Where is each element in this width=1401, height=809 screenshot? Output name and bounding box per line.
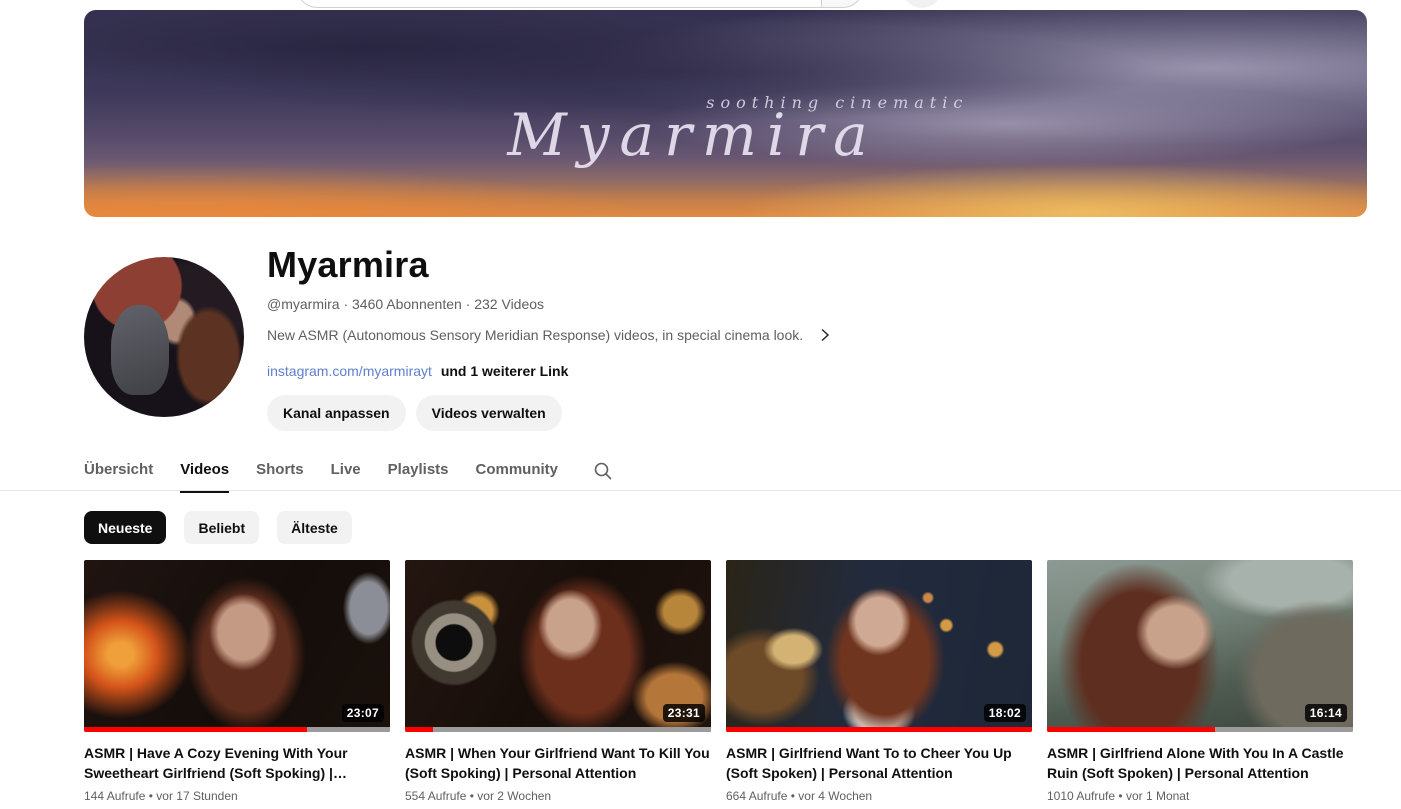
video-title[interactable]: ASMR | Have A Cozy Evening With Your Swe… <box>84 743 390 783</box>
video-meta: 1010 Aufrufe • vor 1 Monat <box>1047 789 1353 803</box>
view-count: 664 Aufrufe <box>726 789 787 803</box>
customize-channel-button[interactable]: Kanal anpassen <box>267 395 406 431</box>
video-thumbnail[interactable]: 18:02 <box>726 560 1032 732</box>
video-card[interactable]: 16:14 ASMR | Girlfriend Alone With You I… <box>1047 560 1353 803</box>
chip-neueste[interactable]: Neueste <box>84 511 166 544</box>
video-title[interactable]: ASMR | Girlfriend Want To to Cheer You U… <box>726 743 1032 783</box>
watch-progress-fill <box>726 727 1032 732</box>
video-count: 232 Videos <box>474 296 544 312</box>
video-meta: 664 Aufrufe • vor 4 Wochen <box>726 789 1032 803</box>
watch-progress-fill <box>1047 727 1215 732</box>
channel-links-row: instagram.com/myarmirayt und 1 weiterer … <box>267 363 568 379</box>
tab-shorts[interactable]: Shorts <box>256 461 304 482</box>
video-meta: 554 Aufrufe • vor 2 Wochen <box>405 789 711 803</box>
avatar-mannequin-head <box>111 305 169 395</box>
duration-badge: 16:14 <box>1305 704 1347 722</box>
channel-action-buttons: Kanal anpassen Videos verwalten <box>267 395 562 431</box>
watch-progress-fill <box>84 727 307 732</box>
video-meta: 144 Aufrufe • vor 17 Stunden <box>84 789 390 803</box>
watch-progress-track <box>1047 727 1353 732</box>
youtube-channel-page: soothing cinematic Myarmira Myarmira @my… <box>0 0 1401 809</box>
upload-age: vor 17 Stunden <box>156 789 237 803</box>
channel-search-icon[interactable] <box>593 461 613 481</box>
manage-videos-button[interactable]: Videos verwalten <box>416 395 562 431</box>
tab-community[interactable]: Community <box>476 461 559 482</box>
banner-logo-text: Myarmira <box>507 101 877 169</box>
video-card[interactable]: 23:07 ASMR | Have A Cozy Evening With Yo… <box>84 560 390 803</box>
view-count: 554 Aufrufe <box>405 789 466 803</box>
upload-age: vor 1 Monat <box>1126 789 1189 803</box>
tabs-divider <box>0 490 1401 491</box>
video-thumbnail[interactable]: 23:07 <box>84 560 390 732</box>
video-title[interactable]: ASMR | Girlfriend Alone With You In A Ca… <box>1047 743 1353 783</box>
channel-name: Myarmira <box>267 244 429 286</box>
duration-badge: 18:02 <box>984 704 1026 722</box>
channel-banner: soothing cinematic Myarmira <box>84 10 1367 217</box>
chip-aelteste[interactable]: Älteste <box>277 511 352 544</box>
view-count: 144 Aufrufe <box>84 789 145 803</box>
watch-progress-fill <box>405 727 433 732</box>
video-card[interactable]: 18:02 ASMR | Girlfriend Want To to Cheer… <box>726 560 1032 803</box>
search-input[interactable] <box>297 0 821 8</box>
channel-avatar[interactable] <box>84 257 244 417</box>
sort-filter-chips: Neueste Beliebt Älteste <box>84 511 352 544</box>
more-links-label: und 1 weiterer Link <box>441 363 569 379</box>
duration-badge: 23:31 <box>663 704 705 722</box>
upload-age: vor 2 Wochen <box>477 789 551 803</box>
channel-description: New ASMR (Autonomous Sensory Meridian Re… <box>267 327 803 343</box>
tab-videos[interactable]: Videos <box>180 461 229 482</box>
channel-handle: @myarmira <box>267 296 340 312</box>
watch-progress-track <box>726 727 1032 732</box>
channel-stats-row: @myarmira · 3460 Abonnenten · 232 Videos <box>267 296 544 312</box>
tab-uebersicht[interactable]: Übersicht <box>84 461 153 482</box>
channel-tabs: Übersicht Videos Shorts Live Playlists C… <box>84 452 613 490</box>
channel-description-row[interactable]: New ASMR (Autonomous Sensory Meridian Re… <box>267 327 833 343</box>
tab-live[interactable]: Live <box>331 461 361 482</box>
view-count: 1010 Aufrufe <box>1047 789 1115 803</box>
video-card[interactable]: 23:31 ASMR | When Your Girlfriend Want T… <box>405 560 711 803</box>
video-thumbnail[interactable]: 16:14 <box>1047 560 1353 732</box>
tab-playlists[interactable]: Playlists <box>388 461 449 482</box>
watch-progress-track <box>405 727 711 732</box>
search-button[interactable] <box>821 0 863 8</box>
video-thumbnail[interactable]: 23:31 <box>405 560 711 732</box>
duration-badge: 23:07 <box>342 704 384 722</box>
watch-progress-track <box>84 727 390 732</box>
voice-search-button[interactable] <box>902 0 942 8</box>
subscriber-count: 3460 Abonnenten <box>352 296 462 312</box>
chip-beliebt[interactable]: Beliebt <box>184 511 259 544</box>
chevron-right-icon[interactable] <box>817 327 833 343</box>
instagram-link[interactable]: instagram.com/myarmirayt <box>267 363 432 379</box>
video-title[interactable]: ASMR | When Your Girlfriend Want To Kill… <box>405 743 711 783</box>
upload-age: vor 4 Wochen <box>798 789 872 803</box>
